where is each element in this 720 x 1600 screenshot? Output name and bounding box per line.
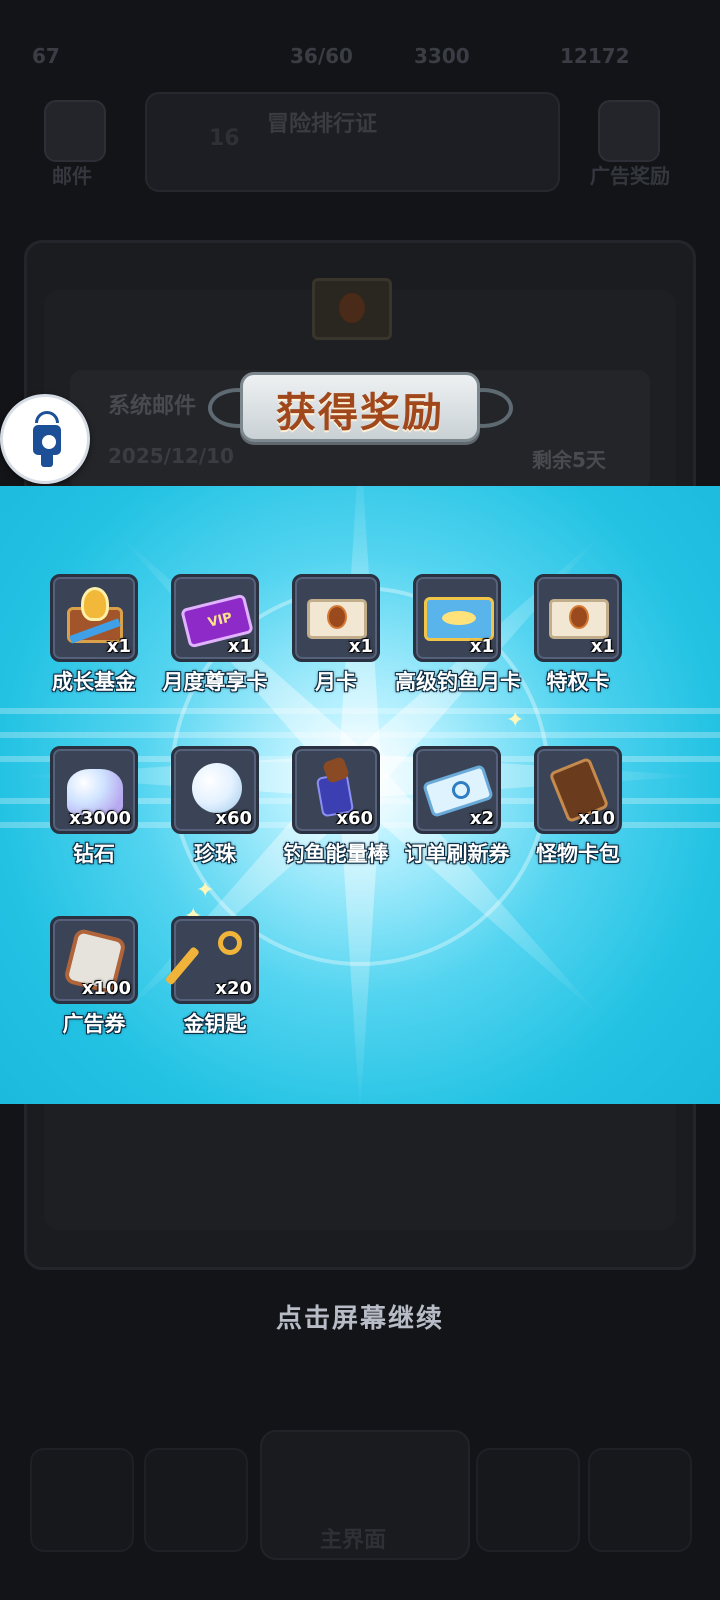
envelope-icon xyxy=(312,278,392,340)
privilege-card-envelope-icon: x1 xyxy=(534,574,622,662)
reward-quantity: x100 xyxy=(81,978,131,999)
sparkle-icon: ✦ xyxy=(196,878,215,903)
floating-assist-button[interactable] xyxy=(0,394,90,484)
reward-quantity: x20 xyxy=(215,978,252,999)
reward-title: 获得奖励 xyxy=(276,390,444,436)
status-bar: 67 36/60 3300 12172 xyxy=(0,30,720,80)
signal-icon xyxy=(35,411,59,423)
battle-pass-banner: 冒险排行证 16 xyxy=(145,92,560,192)
reward-quantity: x60 xyxy=(215,808,252,829)
reward-item[interactable]: x20 金钥匙 xyxy=(153,916,277,1038)
banner-level: 16 xyxy=(209,126,240,151)
reward-quantity: x3000 xyxy=(69,808,131,829)
reward-item[interactable]: x3000 钻石 xyxy=(32,746,156,868)
mail-button-label: 邮件 xyxy=(52,164,92,188)
gem-counter: 12172 xyxy=(560,44,630,68)
reward-item[interactable]: x2 订单刷新券 xyxy=(395,746,519,868)
reward-item[interactable]: x1 特权卡 xyxy=(516,574,640,696)
mail-title: 系统邮件 xyxy=(108,394,197,419)
reward-item[interactable]: x1 成长基金 xyxy=(32,574,156,696)
reward-name: 特权卡 xyxy=(546,670,610,694)
energy-bar-icon: x60 xyxy=(292,746,380,834)
nav-slot-5 xyxy=(588,1448,692,1552)
nav-slot-2 xyxy=(144,1448,248,1552)
bottom-nav: 主界面 xyxy=(0,1430,720,1570)
reward-item[interactable]: x100 广告券 xyxy=(32,916,156,1038)
reward-name: 钻石 xyxy=(73,842,115,866)
nav-main-label: 主界面 xyxy=(320,1528,387,1553)
reward-name: 广告券 xyxy=(62,1012,126,1036)
nav-slot-4 xyxy=(476,1448,580,1552)
reward-quantity: x1 xyxy=(348,636,373,657)
reward-quantity: x10 xyxy=(578,808,615,829)
nav-slot-1 xyxy=(30,1448,134,1552)
refresh-ticket-icon: x2 xyxy=(413,746,501,834)
banner-title: 冒险排行证 xyxy=(267,112,378,137)
monster-card-pack-icon: x10 xyxy=(534,746,622,834)
reward-name: 成长基金 xyxy=(52,670,136,694)
sparkle-icon: ✦ xyxy=(506,708,525,733)
device-icon xyxy=(33,425,61,455)
reward-quantity: x1 xyxy=(106,636,131,657)
mail-button xyxy=(44,100,106,162)
reward-title-banner: 获得奖励 xyxy=(208,366,513,448)
diamond-pile-icon: x3000 xyxy=(50,746,138,834)
reward-quantity: x1 xyxy=(227,636,252,657)
ad-reward-button xyxy=(598,100,660,162)
tap-to-continue[interactable]: 点击屏幕继续 xyxy=(0,1298,720,1335)
vip-ticket-icon: VIP x1 xyxy=(171,574,259,662)
screen[interactable]: 67 36/60 3300 12172 邮件 冒险排行证 16 广告奖励 系统邮… xyxy=(0,0,720,1600)
reward-name: 怪物卡包 xyxy=(536,842,620,866)
golden-key-icon: x20 xyxy=(164,916,259,1004)
reward-item[interactable]: x1 月卡 xyxy=(274,574,398,696)
mail-remaining: 剩余5天 xyxy=(532,448,606,472)
monthly-card-envelope-icon: x1 xyxy=(292,574,380,662)
reward-item[interactable]: x60 钓鱼能量棒 xyxy=(274,746,398,868)
reward-name: 月卡 xyxy=(315,670,357,694)
growth-fund-chest-icon: x1 xyxy=(50,574,138,662)
reward-quantity: x2 xyxy=(469,808,494,829)
reward-name: 金钥匙 xyxy=(183,1012,247,1036)
ad-voucher-icon: x100 xyxy=(50,916,138,1004)
pearl-icon: x60 xyxy=(171,746,259,834)
reward-item[interactable]: x1 高级钓鱼月卡 xyxy=(395,574,521,696)
reward-quantity: x1 xyxy=(469,636,494,657)
reward-name: 订单刷新券 xyxy=(404,842,510,866)
device-stand xyxy=(41,455,53,467)
reward-name: 珍珠 xyxy=(194,842,236,866)
status-time: 67 xyxy=(32,44,60,68)
reward-quantity: x1 xyxy=(590,636,615,657)
reward-name: 月度尊享卡 xyxy=(162,670,268,694)
reward-name: 高级钓鱼月卡 xyxy=(395,670,521,694)
coin-counter: 3300 xyxy=(414,44,470,68)
reward-item[interactable]: x60 珍珠 xyxy=(153,746,277,868)
reward-item[interactable]: VIP x1 月度尊享卡 xyxy=(153,574,277,696)
reward-name: 钓鱼能量棒 xyxy=(283,842,389,866)
reward-item[interactable]: x10 怪物卡包 xyxy=(516,746,640,868)
stamina-counter: 36/60 xyxy=(290,44,353,68)
reward-panel[interactable]: ✦ ✦ ✦ x1成长基金VIPx1月度尊享卡x1月卡x1高级钓鱼月卡x1特权卡x… xyxy=(0,486,720,1104)
reward-quantity: x60 xyxy=(336,808,373,829)
ad-reward-label: 广告奖励 xyxy=(590,164,670,188)
fishing-card-icon: x1 xyxy=(413,574,501,662)
